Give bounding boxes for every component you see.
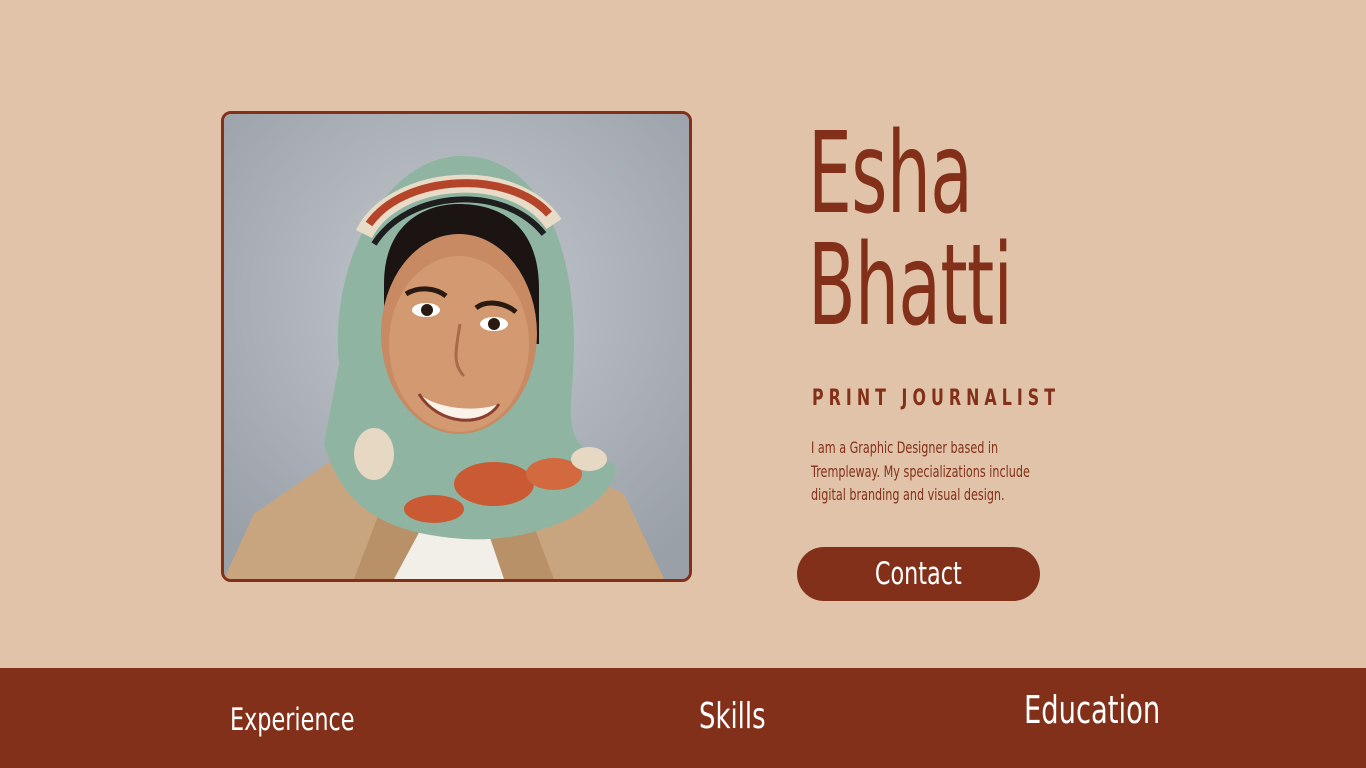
portrait-illustration [224,114,689,579]
last-name: Bhatti [808,221,1013,351]
portfolio-page: Esha Bhatti PRINT JOURNALIST I am a Grap… [0,0,1366,768]
nav-skills-link[interactable]: Skills [699,696,766,737]
first-name: Esha [808,109,973,239]
contact-button-label: Contact [875,556,962,592]
bottom-nav-bar: Experience Skills Education [0,668,1366,768]
nav-experience-link[interactable]: Experience [230,702,354,738]
profile-bio: I am a Graphic Designer based in Tremple… [811,438,1030,504]
nav-education-link[interactable]: Education [1024,688,1160,732]
contact-button[interactable]: Contact [797,547,1040,601]
profile-role: PRINT JOURNALIST [812,386,1061,411]
profile-name: Esha Bhatti [808,109,1013,351]
profile-photo [221,111,692,582]
